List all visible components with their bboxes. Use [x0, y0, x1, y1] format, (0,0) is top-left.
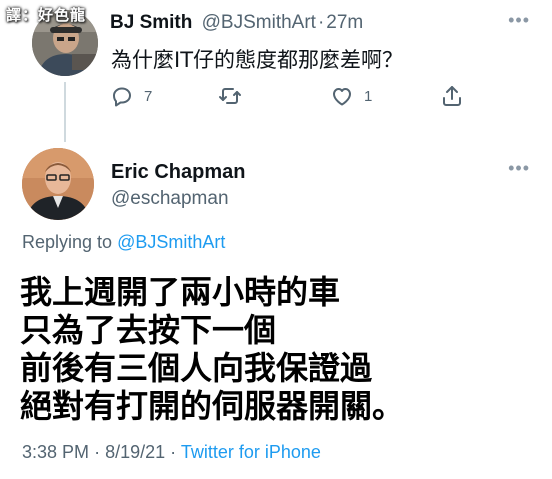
retweet-button[interactable]: [218, 84, 242, 108]
separator-dot: ·: [170, 442, 177, 462]
parent-header: BJ Smith @BJSmithArt · 27m: [110, 12, 363, 34]
reply-count: 7: [144, 87, 153, 105]
like-button[interactable]: 1: [330, 84, 372, 108]
tweet-text-line: 我上週開了兩小時的車: [20, 273, 341, 311]
watermark: 譯：好色龍: [6, 7, 87, 24]
tweet-source[interactable]: Twitter for iPhone: [181, 442, 321, 462]
tweet-text-line: 絕對有打開的伺服器開關。: [20, 387, 405, 425]
more-icon[interactable]: •••: [508, 10, 530, 31]
replying-to: Replying to @BJSmithArt: [22, 232, 225, 253]
share-icon: [443, 86, 461, 106]
author-name[interactable]: BJ Smith: [110, 12, 192, 33]
author-name[interactable]: Eric Chapman: [111, 161, 245, 184]
tweet-time[interactable]: 27m: [326, 12, 363, 33]
share-button[interactable]: [440, 84, 464, 108]
author-handle[interactable]: @BJSmithArt: [202, 12, 316, 33]
separator-dot: ·: [317, 12, 325, 33]
like-count: 1: [364, 87, 373, 105]
avatar-eric-chapman[interactable]: [22, 148, 94, 220]
tweet-date[interactable]: 8/19/21: [105, 442, 165, 462]
like-icon: [333, 88, 351, 106]
retweet-icon: [219, 88, 241, 104]
parent-tweet-text: 為什麼IT仔的態度都那麼差啊？: [111, 48, 404, 72]
tweet-text-line: 前後有三個人向我保證過: [20, 349, 373, 387]
tweet-time[interactable]: 3:38 PM: [22, 442, 89, 462]
tweet-actions: 7 1: [110, 84, 470, 110]
separator-dot: ·: [94, 442, 101, 462]
more-icon[interactable]: •••: [508, 158, 530, 179]
tweet-text-line: 只為了去按下一個: [20, 311, 277, 349]
author-handle[interactable]: @eschapman: [111, 188, 229, 210]
tweet-text: 我上週開了兩小時的車 只為了去按下一個 前後有三個人向我保證過 絕對有打開的伺服…: [20, 273, 404, 425]
reply-icon: [113, 87, 131, 107]
reply-button[interactable]: 7: [110, 84, 152, 108]
tweet-footer: 3:38 PM · 8/19/21 · Twitter for iPhone: [22, 442, 321, 463]
thread-line: [64, 82, 66, 142]
replying-to-link[interactable]: @BJSmithArt: [117, 232, 225, 252]
replying-prefix: Replying to: [22, 232, 113, 252]
